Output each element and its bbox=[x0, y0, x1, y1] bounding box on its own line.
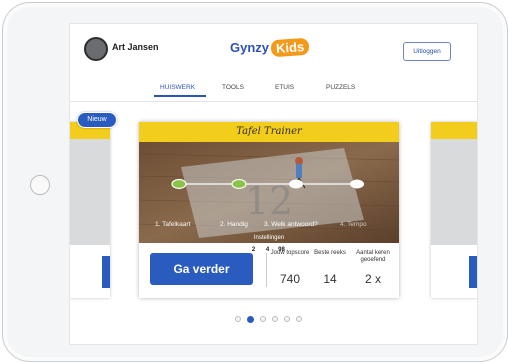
tab-etuis[interactable]: ETUIS bbox=[275, 84, 294, 91]
step-label-2: 2. Handig bbox=[220, 221, 248, 228]
username: Art Jansen bbox=[112, 42, 159, 52]
logo-kids-badge: Kids bbox=[270, 37, 310, 58]
stat-label-best-streak: Beste reeks bbox=[314, 250, 346, 256]
page-dot[interactable] bbox=[272, 316, 278, 322]
next-card-button[interactable] bbox=[469, 256, 477, 288]
stat-label-topscore: Jouw topscore bbox=[270, 250, 310, 256]
tab-tools[interactable]: TOOLS bbox=[222, 84, 244, 91]
logo-main-text: Gynzy bbox=[230, 40, 270, 55]
avatar[interactable] bbox=[84, 37, 108, 61]
step-label-3: 3. Welk antwoord? bbox=[264, 221, 318, 228]
stat-value-topscore: 740 bbox=[279, 272, 301, 286]
header: Art Jansen Gynzy Kids Uitloggen HUISWERK … bbox=[70, 24, 477, 102]
logout-button[interactable]: Uitloggen bbox=[403, 42, 451, 61]
settings-label: Instellingen bbox=[253, 235, 285, 241]
page-dot[interactable] bbox=[260, 316, 266, 322]
tablet-frame: Art Jansen Gynzy Kids Uitloggen HUISWERK … bbox=[2, 2, 508, 362]
next-card-image bbox=[431, 139, 477, 245]
step-label-1: 1. Tafelkaart bbox=[155, 221, 191, 228]
app-screen: Art Jansen Gynzy Kids Uitloggen HUISWERK … bbox=[69, 23, 478, 345]
page-dot[interactable] bbox=[284, 316, 290, 322]
stat-value-best-streak: 14 bbox=[323, 272, 337, 286]
previous-card-button[interactable] bbox=[102, 256, 110, 288]
next-card[interactable] bbox=[431, 122, 477, 298]
card-title: Tafel Trainer bbox=[236, 126, 302, 137]
stat-value-times-practiced: 2 x bbox=[364, 272, 381, 286]
tab-huiswerk[interactable]: HUISWERK bbox=[160, 84, 195, 91]
header-divider bbox=[70, 101, 477, 102]
home-button[interactable] bbox=[30, 175, 50, 195]
continue-button[interactable]: Ga verder bbox=[150, 253, 253, 285]
page-dot[interactable] bbox=[235, 316, 241, 322]
next-card-band bbox=[431, 122, 477, 139]
svg-text:12: 12 bbox=[245, 179, 293, 223]
page-dot[interactable] bbox=[296, 316, 302, 322]
previous-card-image bbox=[70, 139, 110, 245]
stat-label-times-practiced: Aantal keren geoefend bbox=[356, 250, 390, 263]
stats-separator bbox=[266, 253, 267, 287]
tab-puzzels[interactable]: PUZZELS bbox=[326, 84, 355, 91]
new-badge: Nieuw bbox=[77, 112, 117, 128]
tafel-trainer-card: Tafel Trainer 12 1. Tafelkaart 2. Handig… bbox=[139, 122, 399, 298]
step-label-4: 4. Tempo bbox=[340, 221, 367, 228]
gynzy-kids-logo: Gynzy Kids bbox=[230, 37, 310, 58]
active-tab-indicator bbox=[154, 95, 206, 97]
page-dot-active[interactable] bbox=[247, 315, 254, 323]
card-illustration: 12 1. Tafelkaart 2. Handig 3. Welk antwo… bbox=[139, 142, 399, 256]
previous-card[interactable] bbox=[70, 122, 110, 298]
